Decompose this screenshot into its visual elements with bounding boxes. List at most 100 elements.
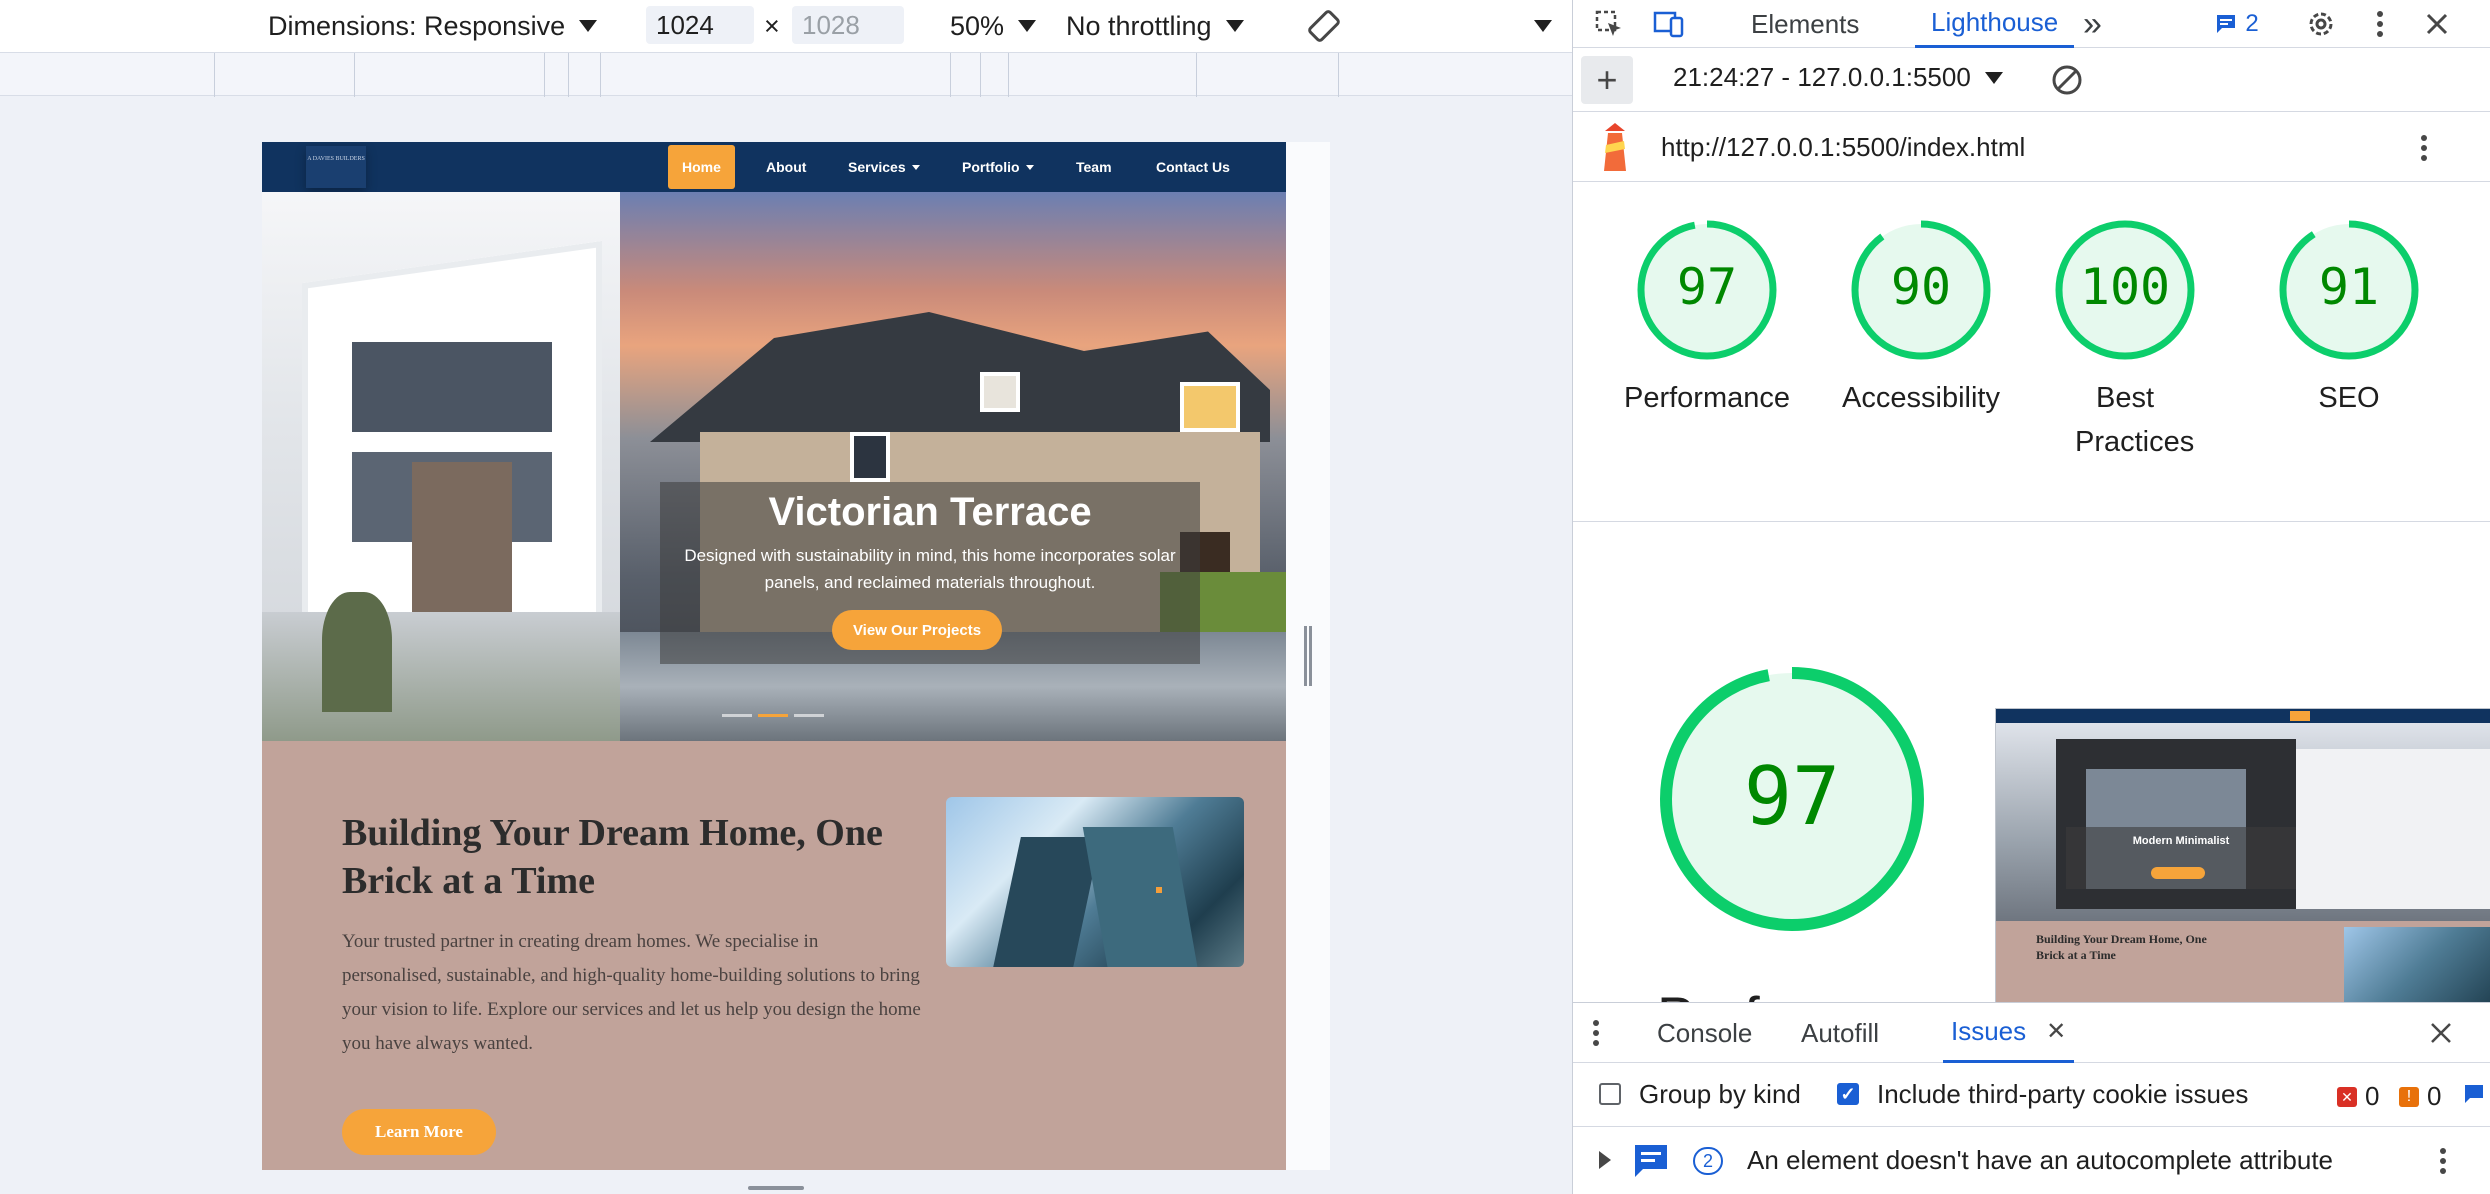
nav-portfolio[interactable]: Portfolio bbox=[962, 156, 1034, 178]
issue-menu-icon[interactable] bbox=[2433, 1145, 2453, 1177]
nav-contact[interactable]: Contact Us bbox=[1156, 156, 1230, 178]
big-performance-gauge: 97 bbox=[1660, 667, 1924, 931]
nav-about[interactable]: About bbox=[766, 156, 806, 178]
zoom-label: 50% bbox=[950, 10, 1005, 41]
nav-home[interactable]: Home bbox=[668, 145, 735, 189]
gauge-accessibility[interactable]: 90 Accessibility bbox=[1821, 218, 2021, 420]
chevron-down-icon bbox=[1025, 164, 1034, 170]
more-tabs-icon[interactable]: » bbox=[2083, 0, 2102, 48]
learn-more-button[interactable]: Learn More bbox=[342, 1109, 496, 1155]
page-screenshot-thumbnail[interactable]: Modern Minimalist Building Your Dream Ho… bbox=[1995, 708, 2490, 1002]
report-menu-icon[interactable] bbox=[2409, 130, 2439, 166]
carousel-indicator-active[interactable] bbox=[758, 714, 788, 717]
drawer-tab-autofill[interactable]: Autofill bbox=[1801, 1003, 1879, 1063]
error-count: 0 bbox=[2365, 1081, 2380, 1111]
zoom-select[interactable]: 50% bbox=[950, 0, 1037, 52]
report-selector[interactable]: 21:24:27 - 127.0.0.1:5500 bbox=[1673, 62, 2003, 93]
device-toolbar-icon[interactable] bbox=[1651, 6, 1687, 42]
seo-gauge-ring: 91 bbox=[2279, 220, 2419, 360]
performance-gauge-ring: 97 bbox=[1637, 220, 1777, 360]
carousel-indicator[interactable] bbox=[794, 714, 824, 717]
expand-arrow-icon[interactable] bbox=[1599, 1151, 1611, 1169]
rotate-icon[interactable] bbox=[1304, 0, 1344, 52]
dimensions-label: Dimensions: Responsive bbox=[268, 10, 566, 41]
big-performance-score: 97 bbox=[1744, 750, 1840, 843]
chevron-down-icon bbox=[1018, 20, 1037, 32]
glass-building-image bbox=[946, 797, 1244, 967]
more-options-icon[interactable] bbox=[1520, 0, 1552, 52]
performance-detail: 97 Perf Modern Minimalist Building Your … bbox=[1573, 522, 2490, 1002]
close-drawer-icon[interactable] bbox=[2425, 1017, 2457, 1049]
issue-text: An element doesn't have an autocomplete … bbox=[1747, 1145, 2334, 1175]
hero-carousel: Victorian Terrace Designed with sustaina… bbox=[262, 192, 1286, 741]
message-icon bbox=[2465, 1085, 2483, 1103]
include-third-party-label: Include third-party cookie issues bbox=[1877, 1079, 2249, 1109]
report-time: 21:24:27 - 127.0.0.1:5500 bbox=[1673, 62, 1971, 92]
about-section: Building Your Dream Home, One Brick at a… bbox=[262, 741, 1286, 1170]
tab-lighthouse[interactable]: Lighthouse bbox=[1915, 0, 2075, 48]
issues-counter[interactable]: 2 bbox=[2207, 8, 2267, 40]
tab-elements[interactable]: Elements bbox=[1751, 0, 1859, 48]
drawer-tab-issues[interactable]: Issues ✕ bbox=[1943, 1003, 2075, 1063]
issue-row[interactable]: 2 An element doesn't have an autocomplet… bbox=[1573, 1127, 2490, 1194]
group-by-kind-checkbox[interactable] bbox=[1599, 1083, 1621, 1105]
new-report-plus-icon[interactable]: + bbox=[1581, 56, 1633, 104]
throttling-select[interactable]: No throttling bbox=[1066, 0, 1244, 52]
warning-count: 0 bbox=[2427, 1081, 2442, 1111]
performance-label: Performance bbox=[1623, 382, 1790, 414]
warning-icon: ! bbox=[2399, 1086, 2419, 1107]
drawer-tab-issues-label: Issues bbox=[1951, 1016, 2027, 1046]
issues-options: Group by kind ✓ Include third-party cook… bbox=[1573, 1063, 2490, 1127]
settings-gear-icon[interactable] bbox=[2303, 6, 2339, 42]
best-practices-score: 100 bbox=[2080, 258, 2170, 316]
include-third-party-checkbox[interactable]: ✓ bbox=[1837, 1083, 1859, 1105]
report-url-row: http://127.0.0.1:5500/index.html bbox=[1573, 112, 2490, 182]
close-tab-icon[interactable]: ✕ bbox=[2046, 1017, 2066, 1046]
chevron-down-icon bbox=[911, 164, 920, 170]
thumbnail-about-title: Building Your Dream Home, One Brick at a… bbox=[2036, 932, 2207, 962]
about-title: Building Your Dream Home, One Brick at a… bbox=[342, 812, 883, 902]
performance-score: 97 bbox=[1677, 258, 1737, 316]
report-url: http://127.0.0.1:5500/index.html bbox=[1661, 132, 2026, 162]
hero-caption: Victorian Terrace Designed with sustaina… bbox=[660, 482, 1200, 664]
dimensions-select[interactable]: Dimensions: Responsive bbox=[268, 0, 598, 52]
kebab-menu-icon[interactable] bbox=[2365, 6, 2395, 42]
gauge-performance[interactable]: 97 Performance bbox=[1607, 218, 1807, 420]
close-devtools-icon[interactable] bbox=[2419, 6, 2455, 42]
gauge-best-practices[interactable]: 100 Best Practices bbox=[2035, 218, 2215, 464]
lighthouse-logo-icon bbox=[1595, 122, 1635, 174]
info-counter[interactable] bbox=[2463, 1081, 2490, 1103]
drawer-menu-icon[interactable] bbox=[1587, 1017, 1605, 1049]
best-practices-gauge-ring: 100 bbox=[2055, 220, 2195, 360]
site-navbar: A DAVIES BUILDERS Home About Services Po… bbox=[262, 142, 1286, 192]
hero-description: Designed with sustainability in mind, th… bbox=[684, 546, 1176, 592]
viewport-resize-handle[interactable] bbox=[1304, 626, 1312, 686]
nav-portfolio-label: Portfolio bbox=[962, 159, 1020, 175]
devtools-panel: Elements Lighthouse » 2 + 21:24:27 - 127… bbox=[1572, 0, 2490, 1194]
drawer-tab-console[interactable]: Console bbox=[1657, 1003, 1752, 1063]
big-performance-label: Perf bbox=[1657, 984, 1760, 1002]
accessibility-label: Accessibility bbox=[1842, 382, 2000, 414]
carousel-indicator[interactable] bbox=[722, 714, 752, 717]
nav-team[interactable]: Team bbox=[1076, 156, 1112, 178]
height-input[interactable]: 1028 bbox=[792, 6, 904, 44]
best-practices-label: Best Practices bbox=[2075, 382, 2195, 458]
error-counter[interactable]: ✕ 0 bbox=[2337, 1081, 2379, 1112]
about-text: Your trusted partner in creating dream h… bbox=[342, 931, 921, 1054]
warning-counter[interactable]: ! 0 bbox=[2399, 1081, 2441, 1112]
view-projects-button[interactable]: View Our Projects bbox=[832, 610, 1002, 650]
gauge-seo[interactable]: 91 SEO bbox=[2249, 218, 2449, 420]
nav-services-label: Services bbox=[848, 159, 906, 175]
chevron-down-icon bbox=[579, 20, 598, 32]
issues-count: 2 bbox=[2245, 10, 2259, 37]
clear-reports-icon[interactable] bbox=[2049, 62, 2085, 98]
score-gauges: 97 Performance 90 Accessibility 100 Best… bbox=[1573, 182, 2490, 522]
nav-services[interactable]: Services bbox=[848, 156, 920, 178]
seo-score: 91 bbox=[2319, 258, 2379, 316]
width-input[interactable]: 1024 bbox=[646, 6, 754, 44]
viewport-bottom-resize-handle[interactable] bbox=[748, 1186, 804, 1190]
site-logo[interactable]: A DAVIES BUILDERS bbox=[306, 146, 366, 188]
inspect-element-icon[interactable] bbox=[1591, 6, 1627, 42]
media-query-ruler bbox=[0, 52, 1572, 97]
emulated-website: A DAVIES BUILDERS Home About Services Po… bbox=[262, 142, 1286, 1170]
